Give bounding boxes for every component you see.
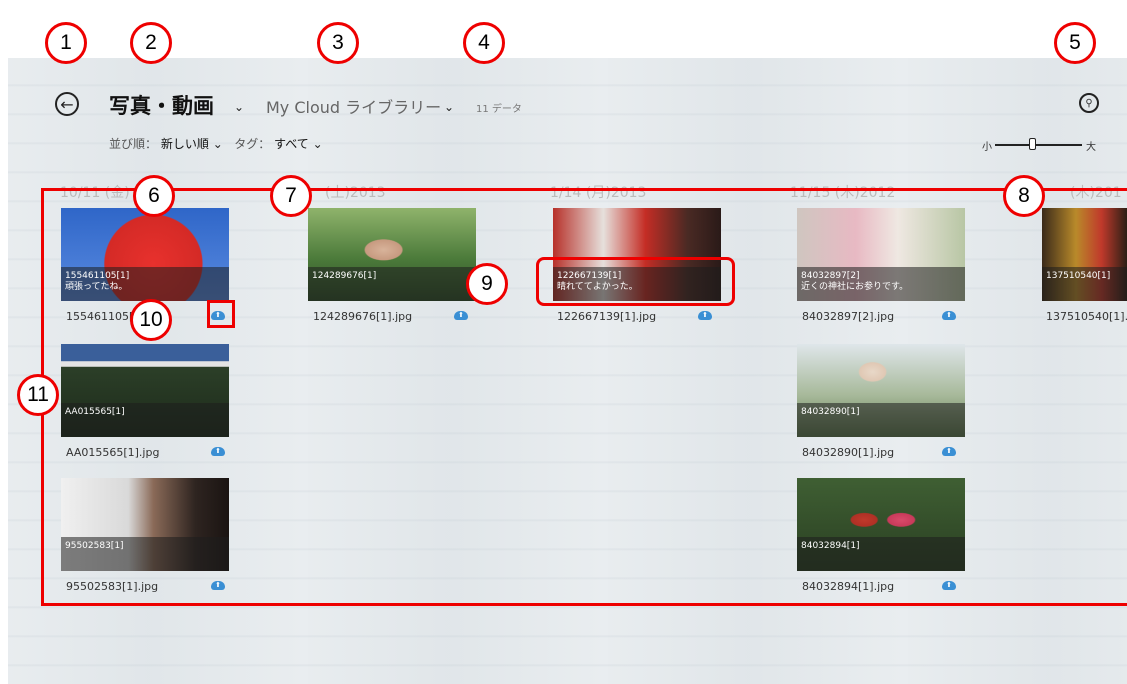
photo-caption: 84032890[1] [797,403,965,437]
cloud-upload-icon[interactable]: ⬆ [942,447,956,456]
sort-label: 並び順： [109,137,158,151]
photo-library-view: ← 写真・動画 ⌄ My Cloud ライブラリー ⌄ 11 データ 並び順： … [8,58,1127,684]
size-small-label: 小 [982,142,992,153]
photo-filename: 124289676[1].jpg [313,310,413,323]
date-header-3: 11/15 (木)2012 [790,185,896,201]
photo-filename: 95502583[1].jpg [66,580,159,593]
photo-filename: AA015565[1].jpg [66,446,160,459]
photo-caption: 122667139[1] 晴れててよかった。 [553,267,721,301]
size-slider-thumb[interactable] [1028,138,1036,150]
date-header-2: 1/14 (月)2013 [550,185,647,201]
photo-filename: 84032894[1].jpg [802,580,895,593]
photo-tile[interactable]: 95502583[1] [61,478,229,571]
photo-filename: 122667139[1].jpg [557,310,657,323]
photo-filename: 137510540[1].jpg [1046,310,1127,323]
back-button[interactable]: ← [55,92,79,116]
library-selector[interactable]: My Cloud ライブラリー [266,94,441,118]
photo-tile[interactable]: 84032897[2] 近くの神社にお参りです。 [797,208,965,301]
tag-dropdown[interactable]: すべて [274,137,309,151]
photo-tile[interactable]: 137510540[1] [1042,208,1127,301]
date-header-1: (土)2013 [325,185,386,201]
photo-filename: 84032897[2].jpg [802,310,895,323]
photo-tile[interactable]: 84032890[1] [797,344,965,437]
back-arrow-icon: ← [60,94,74,114]
search-button[interactable]: ⚲ [1079,93,1099,113]
photo-caption: 137510540[1] [1042,267,1127,301]
library-chevron-down-icon[interactable]: ⌄ [444,100,454,114]
size-slider-track[interactable] [995,144,1082,146]
cloud-upload-icon[interactable]: ⬆ [942,581,956,590]
cloud-upload-icon[interactable]: ⬆ [211,581,225,590]
search-icon: ⚲ [1085,97,1093,109]
photo-caption: 95502583[1] [61,537,229,571]
photo-caption: 84032894[1] [797,537,965,571]
photo-tile[interactable]: 124289676[1] [308,208,476,301]
sort-filter-bar: 並び順： 新しい順 ⌄ タグ： すべて ⌄ [109,135,323,152]
cloud-upload-icon[interactable]: ⬆ [942,311,956,320]
photo-tile[interactable]: 155461105[1] 頑張ってたね。 [61,208,229,301]
date-header-4: (木)201 [1070,185,1122,201]
title-chevron-down-icon[interactable]: ⌄ [234,100,244,114]
size-big-label: 大 [1086,142,1096,153]
cloud-upload-icon[interactable]: ⬆ [698,311,712,320]
photo-filename: 84032890[1].jpg [802,446,895,459]
cloud-upload-icon[interactable]: ⬆ [211,447,225,456]
photo-tile[interactable]: AA015565[1] [61,344,229,437]
photo-filename: 155461105[1].jpg [66,310,166,323]
photo-caption: 124289676[1] [308,267,476,301]
photo-caption: AA015565[1] [61,403,229,437]
cloud-upload-icon[interactable]: ⬆ [454,311,468,320]
sort-dropdown[interactable]: 新しい順 [161,137,209,151]
sort-chevron-down-icon[interactable]: ⌄ [213,137,223,151]
date-header-0: 10/11 (金) [60,185,130,201]
tag-label: タグ： [234,137,271,151]
item-count: 11 データ [476,104,522,115]
page-title[interactable]: 写真・動画 [109,90,214,120]
cloud-upload-icon[interactable]: ⬆ [211,311,225,320]
photo-tile[interactable]: 84032894[1] [797,478,965,571]
photo-tile[interactable]: 122667139[1] 晴れててよかった。 [553,208,721,301]
tag-chevron-down-icon[interactable]: ⌄ [313,137,323,151]
photo-caption: 84032897[2] 近くの神社にお参りです。 [797,267,965,301]
photo-caption: 155461105[1] 頑張ってたね。 [61,267,229,301]
